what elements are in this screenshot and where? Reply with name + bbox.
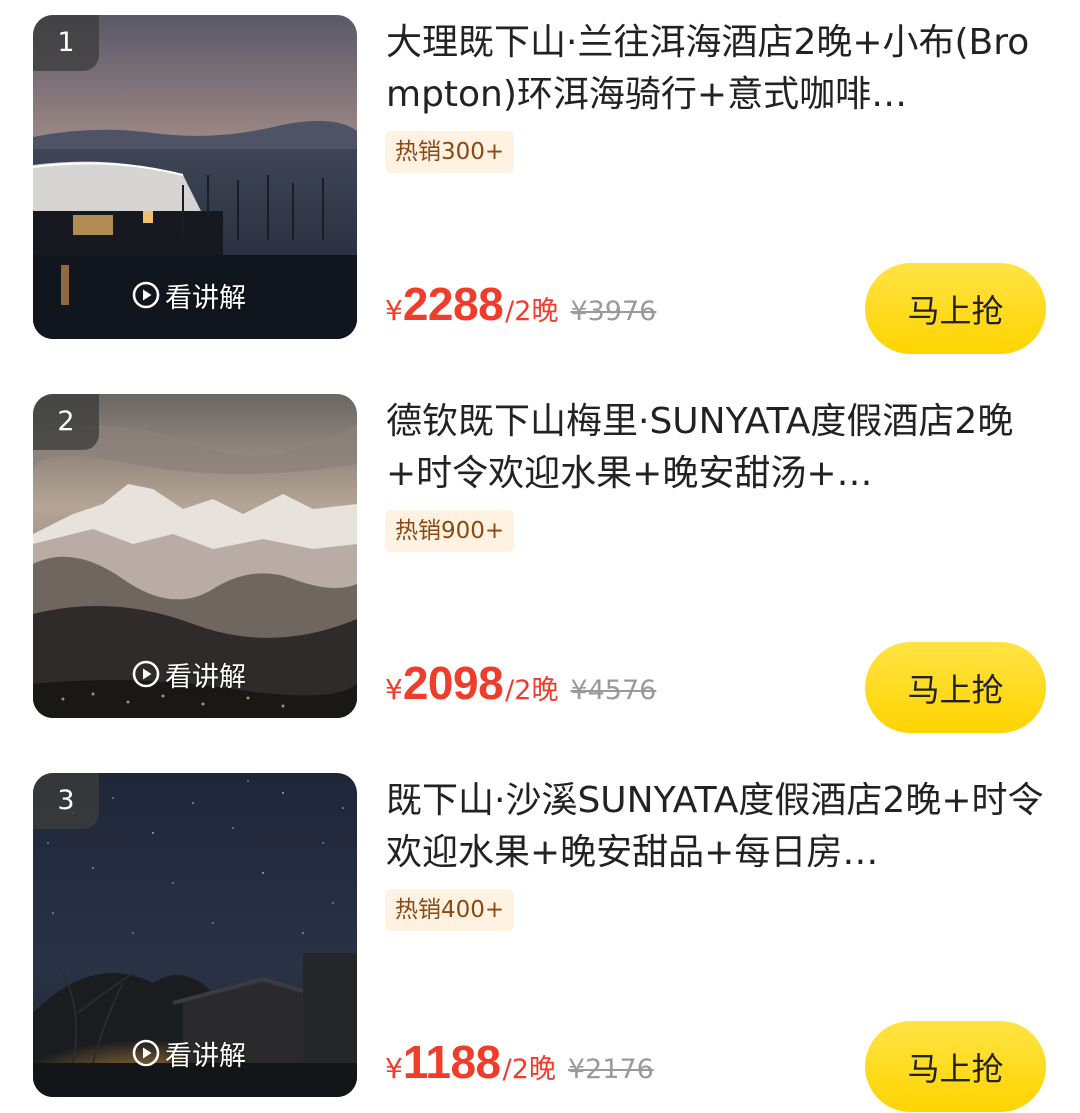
current-price: 2098 [402, 657, 504, 709]
play-icon [132, 1039, 160, 1067]
current-price: 2288 [402, 278, 504, 330]
price-row: ¥ 1188 /2晚 ¥2176 [385, 1035, 654, 1095]
price-row: ¥ 2098 /2晚 ¥4576 [385, 656, 656, 716]
watch-explanation-button[interactable]: 看讲解 [131, 646, 246, 702]
currency-symbol: ¥ [385, 294, 403, 327]
watch-explanation-button[interactable]: 看讲解 [131, 1025, 246, 1081]
product-thumbnail[interactable]: 1 看讲解 [33, 15, 357, 339]
product-card[interactable]: 3 看讲解 既下山·沙溪SUNYATA度假酒店2晚+时令欢迎水果+晚安甜品+每日… [0, 773, 1080, 1112]
explain-label: 看讲解 [165, 282, 246, 314]
product-card[interactable]: 1 看讲解 大理既下山·兰往洱海酒店2晚+小布(Brompton)环洱海骑行+意… [0, 15, 1080, 354]
currency-symbol: ¥ [385, 1052, 403, 1085]
explain-label: 看讲解 [165, 661, 246, 693]
price-unit: /2晚 [502, 1054, 556, 1085]
product-title[interactable]: 大理既下山·兰往洱海酒店2晚+小布(Brompton)环洱海骑行+意式咖啡… [386, 17, 1051, 121]
product-thumbnail[interactable]: 3 看讲解 [33, 773, 357, 1097]
play-icon [132, 281, 160, 309]
rank-badge: 1 [33, 15, 99, 71]
product-title[interactable]: 既下山·沙溪SUNYATA度假酒店2晚+时令欢迎水果+晚安甜品+每日房… [386, 775, 1051, 879]
sales-badge: 热销400+ [385, 889, 515, 931]
original-price: ¥2176 [567, 1054, 654, 1085]
play-icon [132, 660, 160, 688]
explain-label: 看讲解 [165, 1040, 246, 1072]
buy-now-button[interactable]: 马上抢 [865, 1021, 1046, 1112]
watch-explanation-button[interactable]: 看讲解 [131, 267, 246, 323]
original-price: ¥3976 [570, 296, 657, 327]
product-card[interactable]: 2 看讲解 德钦既下山梅里·SUNYATA度假酒店2晚+时令欢迎水果+晚安甜汤+… [0, 394, 1080, 733]
current-price: 1188 [402, 1036, 501, 1088]
product-thumbnail[interactable]: 2 看讲解 [33, 394, 357, 718]
price-row: ¥ 2288 /2晚 ¥3976 [385, 277, 656, 337]
rank-badge: 2 [33, 394, 99, 450]
currency-symbol: ¥ [385, 673, 403, 706]
buy-now-button[interactable]: 马上抢 [865, 263, 1046, 354]
price-unit: /2晚 [505, 296, 559, 327]
sales-badge: 热销900+ [385, 510, 515, 552]
product-list: 1 看讲解 大理既下山·兰往洱海酒店2晚+小布(Brompton)环洱海骑行+意… [0, 0, 1080, 1113]
buy-now-button[interactable]: 马上抢 [865, 642, 1046, 733]
rank-badge: 3 [33, 773, 99, 829]
sales-badge: 热销300+ [385, 131, 515, 173]
price-unit: /2晚 [505, 675, 559, 706]
original-price: ¥4576 [570, 675, 657, 706]
product-title[interactable]: 德钦既下山梅里·SUNYATA度假酒店2晚+时令欢迎水果+晚安甜汤+… [386, 396, 1051, 500]
